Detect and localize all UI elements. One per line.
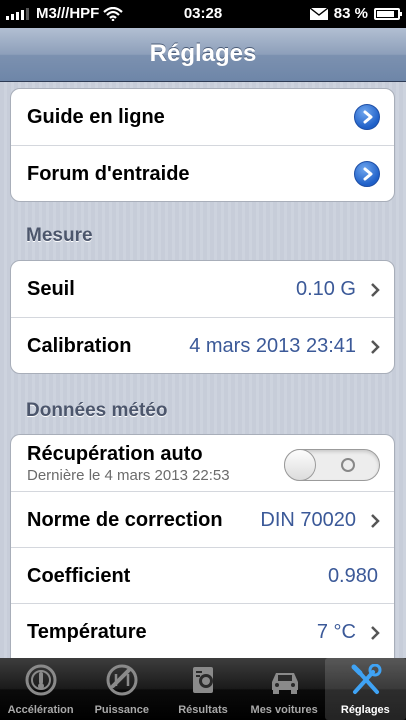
- recuperation-subtitle: Dernière le 4 mars 2013 22:53: [27, 467, 230, 484]
- temperature-value: 7 °C: [316, 621, 356, 643]
- row-coefficient[interactable]: Coefficient 0.980: [11, 547, 394, 603]
- mail-icon: [309, 7, 328, 20]
- temperature-label: Température: [27, 621, 147, 643]
- norme-label: Norme de correction: [27, 509, 223, 531]
- speedometer-icon: [25, 664, 57, 696]
- tab-bar: Accélération Puissance Résultats Mes voi…: [0, 658, 406, 720]
- row-guide-en-ligne[interactable]: Guide en ligne: [11, 89, 394, 145]
- guide-label: Guide en ligne: [27, 106, 165, 128]
- page-title: Réglages: [149, 40, 257, 67]
- chevron-right-icon: [371, 514, 380, 528]
- tab-mes-voitures[interactable]: Mes voitures: [244, 658, 325, 720]
- mesure-group: Seuil 0.10 G Calibration 4 mars 2013 23:…: [10, 260, 395, 374]
- section-header-meteo: Données météo: [26, 400, 168, 421]
- tab-reglages[interactable]: Réglages: [324, 658, 406, 720]
- calibration-label: Calibration: [27, 335, 132, 357]
- forum-label: Forum d'entraide: [27, 163, 190, 185]
- chevron-right-icon: [371, 283, 380, 297]
- chevron-right-icon: [371, 340, 380, 354]
- coefficient-label: Coefficient: [27, 565, 131, 587]
- row-forum-entraide[interactable]: Forum d'entraide: [11, 145, 394, 201]
- meteo-group: Récupération auto Dernière le 4 mars 201…: [10, 434, 395, 665]
- battery-icon: [374, 7, 402, 20]
- status-bar: M3///HPF 03:28 83 %: [0, 0, 406, 28]
- seuil-label: Seuil: [27, 278, 75, 300]
- tab-label: Accélération: [7, 704, 74, 716]
- tab-label: Mes voitures: [250, 704, 318, 716]
- links-group: Guide en ligne Forum d'entraide: [10, 88, 395, 202]
- stopwatch-icon: [193, 667, 214, 693]
- seuil-value: 0.10 G: [295, 278, 356, 300]
- chevron-right-icon: [371, 626, 380, 640]
- recuperation-toggle[interactable]: [284, 449, 380, 481]
- row-calibration[interactable]: Calibration 4 mars 2013 23:41: [11, 317, 394, 373]
- row-seuil[interactable]: Seuil 0.10 G: [11, 261, 394, 317]
- car-icon: [271, 673, 298, 694]
- toggle-knob: [284, 449, 316, 481]
- battery-percent: 83 %: [333, 5, 368, 22]
- row-recuperation-auto: Récupération auto Dernière le 4 mars 201…: [11, 435, 394, 491]
- row-temperature[interactable]: Température 7 °C: [11, 603, 394, 659]
- tab-resultats[interactable]: Résultats: [162, 658, 243, 720]
- section-header-mesure: Mesure: [26, 225, 93, 246]
- norme-value: DIN 70020: [260, 509, 356, 531]
- gauge-icon: [106, 664, 138, 696]
- calibration-value: 4 mars 2013 23:41: [189, 335, 356, 357]
- row-norme-correction[interactable]: Norme de correction DIN 70020: [11, 491, 394, 547]
- tab-puissance[interactable]: Puissance: [81, 658, 162, 720]
- disclosure-button-icon[interactable]: [354, 104, 380, 130]
- tab-acceleration[interactable]: Accélération: [0, 658, 81, 720]
- coefficient-value: 0.980: [327, 565, 378, 587]
- disclosure-button-icon[interactable]: [354, 161, 380, 187]
- off-indicator-icon: [341, 458, 355, 472]
- recuperation-label: Récupération auto: [27, 443, 203, 465]
- tab-label: Résultats: [178, 704, 228, 716]
- tab-label: Réglages: [340, 704, 390, 716]
- tools-icon: [351, 664, 382, 694]
- tab-label: Puissance: [94, 704, 149, 716]
- navigation-bar: Réglages: [0, 28, 406, 82]
